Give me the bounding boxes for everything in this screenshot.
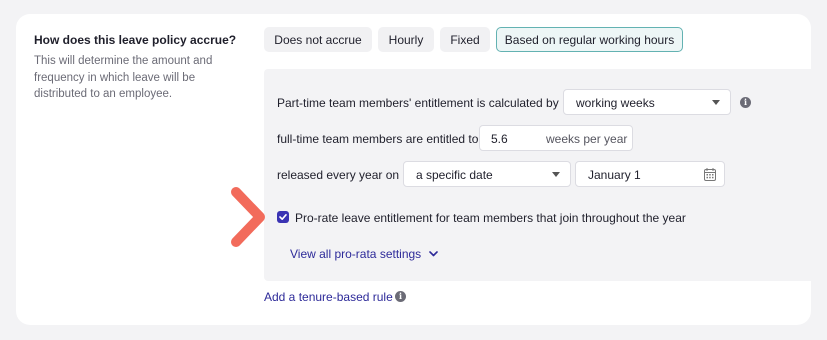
- option-fixed[interactable]: Fixed: [440, 27, 490, 52]
- option-based-on-working-hours[interactable]: Based on regular working hours: [496, 27, 683, 52]
- accrual-question-title: How does this leave policy accrue?: [34, 33, 237, 47]
- chevron-down-icon: [428, 251, 438, 257]
- add-tenure-rule-link[interactable]: Add a tenure-based rule: [264, 290, 393, 304]
- release-date-picker[interactable]: January 1: [575, 161, 725, 187]
- parttime-calculation-select[interactable]: working weeks: [563, 89, 731, 115]
- fulltime-entitlement-value: 5.6: [491, 132, 508, 146]
- option-hourly[interactable]: Hourly: [378, 27, 434, 52]
- released-label: released every year on: [277, 168, 400, 182]
- release-select-value: a specific date: [416, 168, 493, 182]
- accrual-question-description: This will determine the amount and frequ…: [34, 55, 213, 100]
- option-does-not-accrue[interactable]: Does not accrue: [264, 27, 372, 52]
- calendar-icon: [704, 168, 716, 181]
- checkmark-icon: [279, 213, 287, 220]
- info-icon[interactable]: i: [395, 291, 406, 302]
- prorate-label: Pro-rate leave entitlement for team memb…: [295, 211, 686, 225]
- parttime-select-value: working weeks: [576, 96, 655, 110]
- view-prorata-settings-label: View all pro-rata settings: [290, 247, 422, 261]
- chevron-down-icon: [552, 172, 560, 177]
- info-icon[interactable]: i: [740, 97, 751, 108]
- parttime-label: Part-time team members' entitlement is c…: [277, 96, 559, 110]
- fulltime-unit: weeks per year: [546, 132, 628, 146]
- annotation-arrow-icon: [231, 187, 265, 247]
- prorate-checkbox[interactable]: [277, 211, 289, 223]
- release-date-value: January 1: [588, 168, 641, 182]
- fulltime-entitlement-input[interactable]: 5.6 weeks per year: [479, 125, 633, 151]
- view-prorata-settings-link[interactable]: View all pro-rata settings: [290, 247, 438, 261]
- release-schedule-select[interactable]: a specific date: [403, 161, 571, 187]
- fulltime-label: full-time team members are entitled to: [277, 132, 479, 146]
- chevron-down-icon: [712, 100, 720, 105]
